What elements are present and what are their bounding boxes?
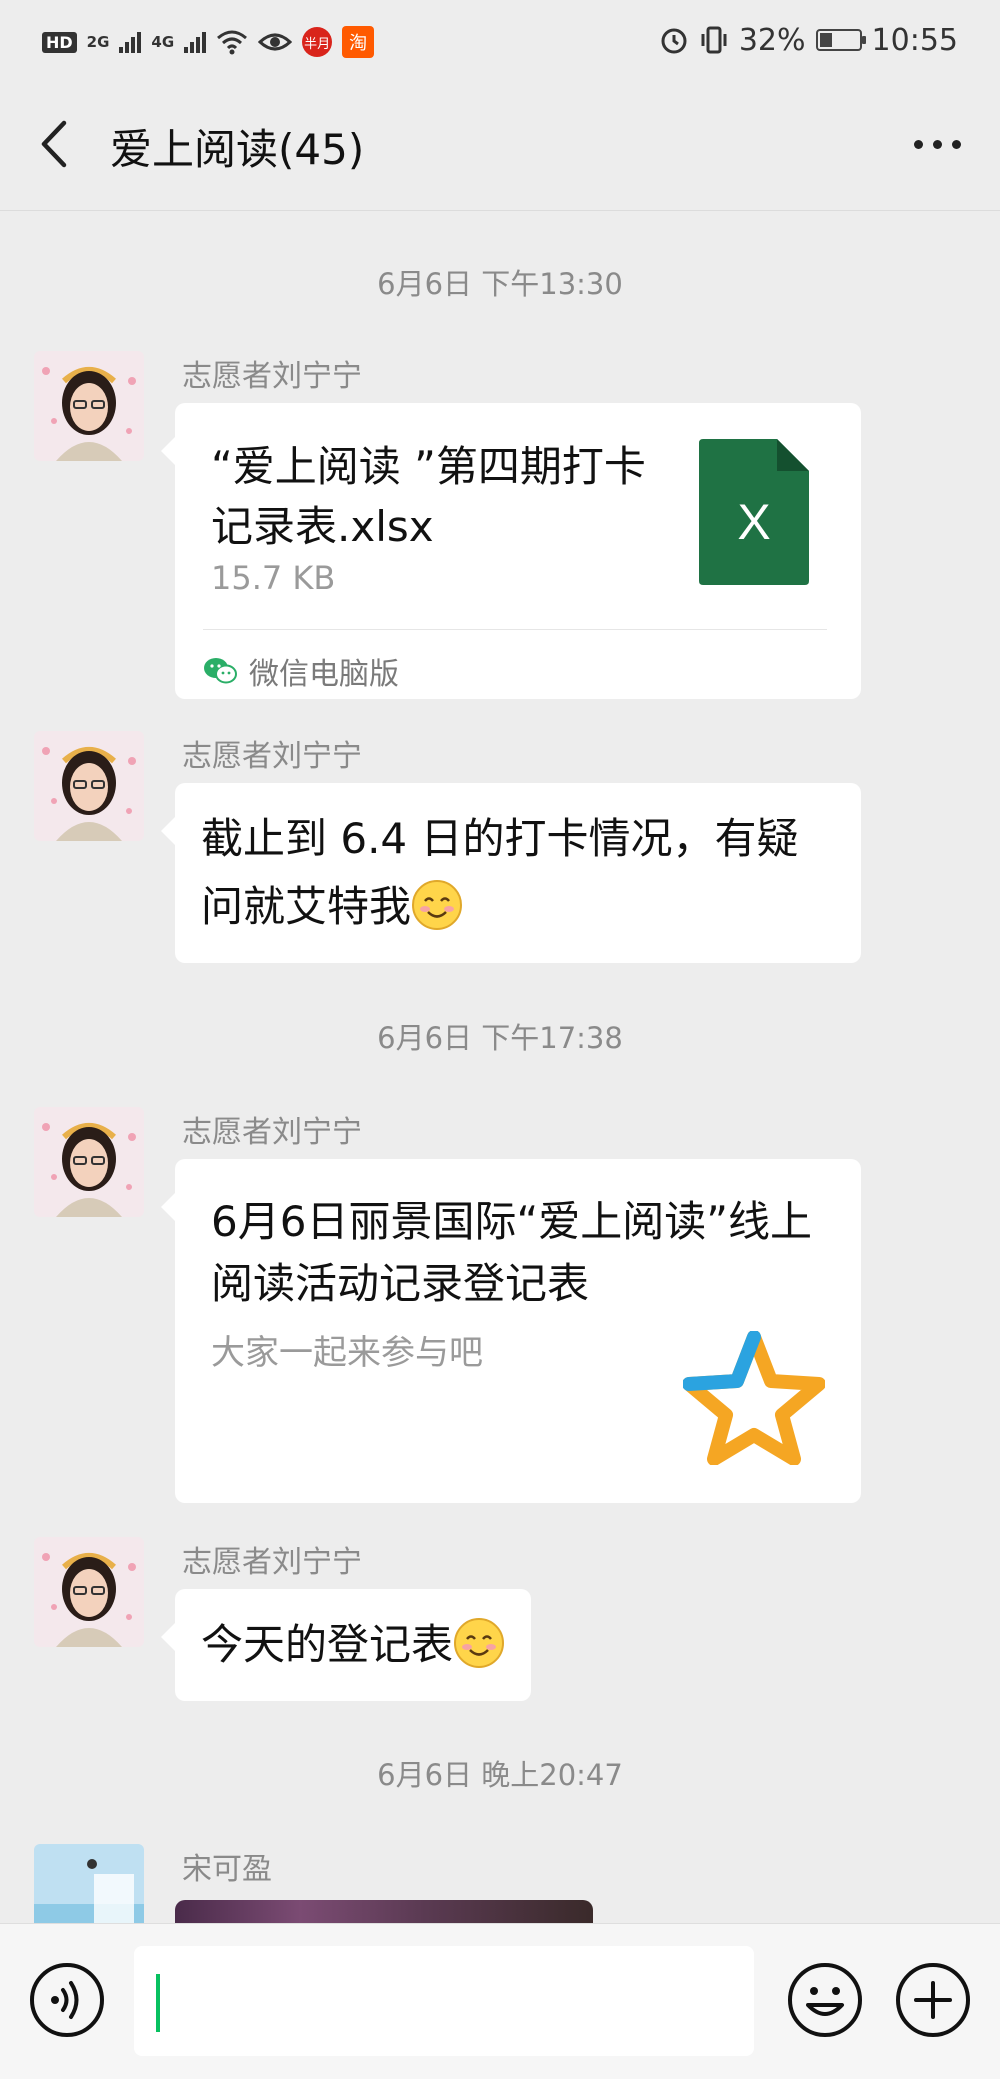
sender-name: 志愿者刘宁宁: [182, 1545, 362, 1580]
message-file: 志愿者刘宁宁 “爱上阅读 ”第四期打卡记录表.xlsx 15.7 KB X 微信…: [0, 351, 1000, 699]
message-text: 志愿者刘宁宁 截止到 6.4 日的打卡情况，有疑问就艾特我: [0, 731, 1000, 963]
file-name: “爱上阅读 ”第四期打卡记录表.xlsx: [211, 442, 646, 551]
status-left: HD 2G 4G 半月 淘: [42, 22, 375, 62]
chat-area[interactable]: 6月6日 下午13:30 志愿者刘宁宁 “爱上阅读 ”第四期打卡记录表.xlsx…: [0, 211, 1000, 1923]
link-description: 大家一起来参与吧: [211, 1333, 483, 1373]
text-bubble[interactable]: 截止到 6.4 日的打卡情况，有疑问就艾特我: [161, 783, 861, 963]
voice-icon[interactable]: [28, 1961, 106, 2039]
plus-icon[interactable]: [894, 1961, 972, 2039]
battery-icon: [815, 29, 866, 51]
timestamp: 6月6日 下午13:30: [377, 267, 623, 301]
link-title: 6月6日丽景国际“爱上阅读”线上阅读活动记录登记表: [211, 1197, 812, 1308]
chat-header: 爱上阅读(45): [0, 80, 1000, 211]
divider: [203, 629, 827, 630]
sender-name: 宋可盈: [182, 1852, 272, 1887]
smile-emoji-icon: [412, 880, 463, 930]
emoji-icon[interactable]: [786, 1961, 864, 2039]
hd-badge: HD: [42, 31, 77, 53]
status-right: 32% 10:55: [659, 20, 958, 60]
clock: 10:55: [871, 22, 958, 58]
star-icon: [683, 1331, 825, 1465]
signal-icon: [184, 31, 207, 53]
app-notification-icon: 半月: [302, 27, 333, 57]
page-title: 爱上阅读(45): [110, 125, 365, 174]
sim2-network-label: 4G: [151, 33, 175, 51]
status-bar: HD 2G 4G 半月 淘 32% 10:55: [0, 0, 1000, 80]
back-button[interactable]: [28, 114, 78, 174]
message-image: 宋可盈: [0, 1844, 1000, 1923]
sender-name: 志愿者刘宁宁: [182, 739, 362, 774]
battery-percent: 32%: [738, 22, 806, 58]
message-link: 志愿者刘宁宁 6月6日丽景国际“爱上阅读”线上阅读活动记录登记表 大家一起来参与…: [0, 1107, 1000, 1507]
file-source-label: 微信电脑版: [249, 657, 399, 692]
taobao-icon: 淘: [342, 26, 375, 58]
text-caret: [156, 1974, 160, 2032]
message-text: 今天的登记表: [201, 1620, 454, 1669]
link-card[interactable]: 6月6日丽景国际“爱上阅读”线上阅读活动记录登记表 大家一起来参与吧: [161, 1159, 861, 1503]
sender-name: 志愿者刘宁宁: [182, 359, 362, 394]
wechat-icon: [204, 658, 237, 684]
smile-emoji-icon: [454, 1618, 505, 1668]
eye-icon: [258, 33, 293, 51]
more-dot-icon: [951, 139, 961, 149]
more-dot-icon: [932, 139, 942, 149]
text-bubble[interactable]: 今天的登记表: [160, 1589, 532, 1701]
vibrate-icon: [701, 26, 727, 54]
signal-icon: [119, 31, 142, 53]
excel-icon-label: X: [737, 494, 770, 550]
wifi-icon: [217, 30, 248, 55]
timestamp: 6月6日 晚上20:47: [377, 1758, 623, 1792]
sender-name: 志愿者刘宁宁: [182, 1115, 362, 1150]
more-dot-icon: [913, 139, 923, 149]
image-bubble[interactable]: [175, 1900, 593, 1923]
more-options-button[interactable]: [902, 114, 972, 174]
avatar[interactable]: [34, 351, 144, 461]
avatar[interactable]: [34, 1537, 144, 1647]
file-card[interactable]: “爱上阅读 ”第四期打卡记录表.xlsx 15.7 KB X 微信电脑版: [161, 403, 861, 699]
avatar[interactable]: [34, 1844, 144, 1923]
avatar[interactable]: [34, 1107, 144, 1217]
chevron-left-icon: [41, 120, 67, 168]
sim1-network-label: 2G: [86, 33, 110, 51]
excel-file-icon: X: [699, 439, 809, 585]
message-text: 志愿者刘宁宁 今天的登记表: [0, 1537, 1000, 1717]
file-source: 微信电脑版: [203, 649, 399, 693]
alarm-icon: [661, 28, 687, 54]
message-input[interactable]: [134, 1946, 754, 2056]
message-text: 截止到 6.4 日的打卡情况，有疑问就艾特我: [201, 814, 799, 931]
input-bar: [0, 1923, 1000, 2079]
avatar[interactable]: [34, 731, 144, 841]
file-size: 15.7 KB: [211, 559, 336, 597]
timestamp: 6月6日 下午17:38: [377, 1021, 623, 1055]
